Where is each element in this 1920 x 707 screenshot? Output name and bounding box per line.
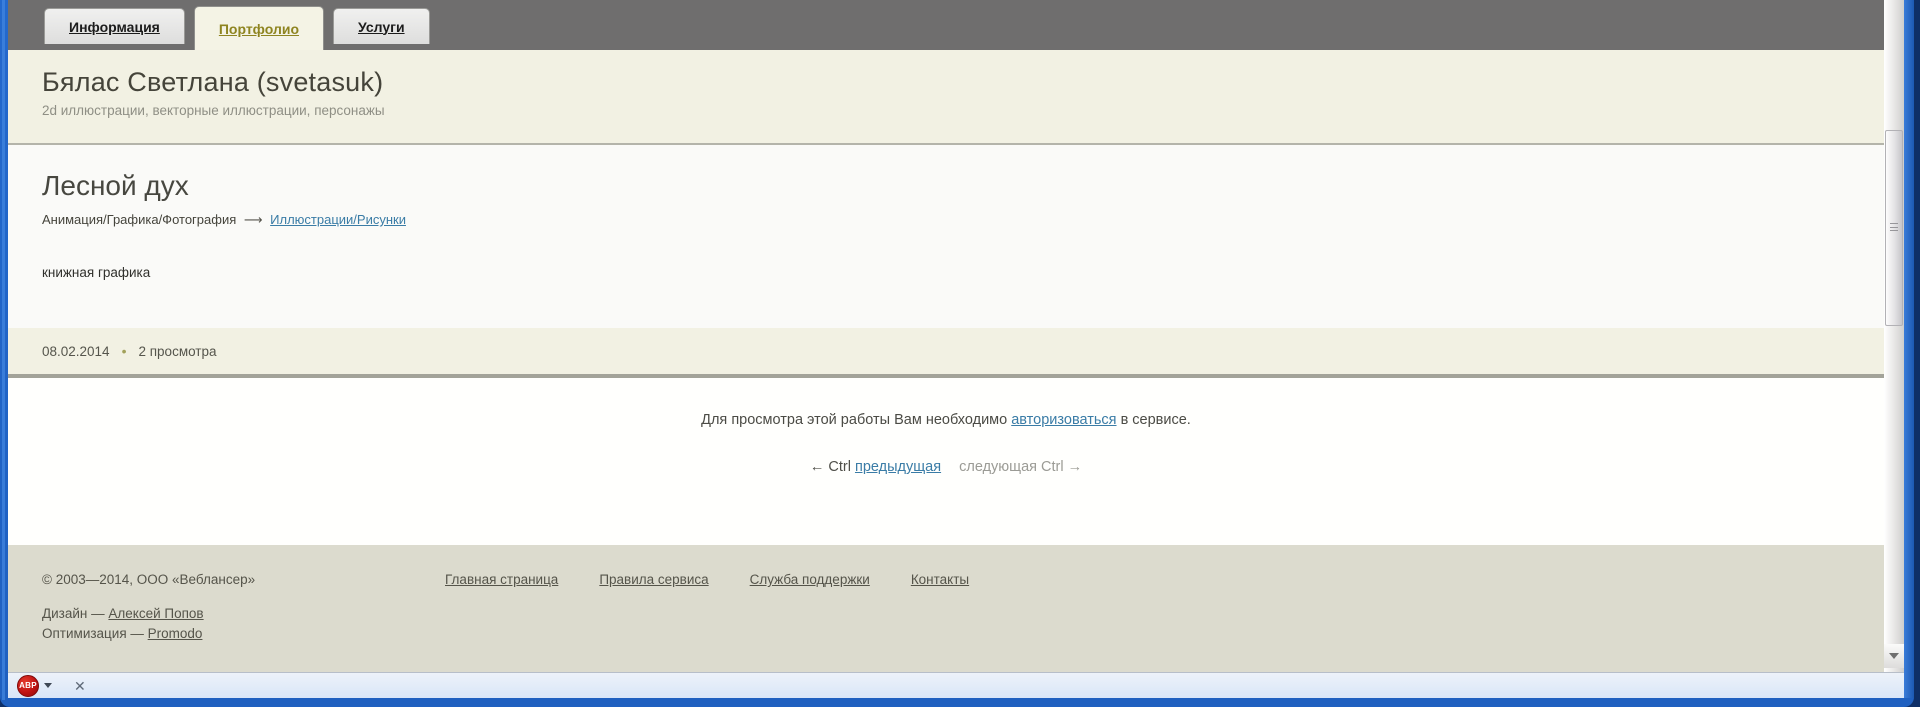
vertical-scrollbar[interactable] <box>1884 0 1904 672</box>
work-views-count: 2 просмотра <box>138 343 217 359</box>
design-credit: Дизайн — Алексей Попов <box>42 606 1884 621</box>
work-section: Лесной дух Анимация/Графика/Фотография ⟶… <box>8 145 1884 328</box>
site-footer: © 2003—2014, ООО «Веблансер» Главная стр… <box>8 545 1884 672</box>
profile-header: Бялас Светлана (svetasuk) 2d иллюстрации… <box>8 50 1884 145</box>
profile-specialties: 2d иллюстрации, векторные иллюстрации, п… <box>42 103 385 118</box>
footer-link-rules[interactable]: Правила сервиса <box>599 572 708 587</box>
profile-name: Бялас Светлана (svetasuk) <box>42 67 384 97</box>
footer-row: © 2003—2014, ООО «Веблансер» Главная стр… <box>42 572 1884 587</box>
page: Информация Портфолио Услуги Бялас Светла… <box>8 0 1884 672</box>
optimization-credit-prefix: Оптимизация — <box>42 626 144 641</box>
design-author-link[interactable]: Алексей Попов <box>108 606 203 621</box>
footer-link-contacts[interactable]: Контакты <box>911 572 969 587</box>
addon-bar-close-icon[interactable]: ✕ <box>74 679 86 693</box>
optimization-company-link[interactable]: Promodo <box>148 626 203 641</box>
chevron-down-icon <box>1889 653 1899 659</box>
footer-link-home[interactable]: Главная страница <box>445 572 558 587</box>
profile-tabbar: Информация Портфолио Услуги <box>8 0 1884 50</box>
breadcrumb-subcategory-link[interactable]: Иллюстрации/Рисунки <box>270 212 406 227</box>
window-frame-right <box>1904 0 1914 698</box>
copyright: © 2003—2014, ООО «Веблансер» <box>42 572 256 587</box>
footer-links: Главная страница Правила сервиса Служба … <box>445 572 1010 587</box>
adblock-plus-icon[interactable]: ABP <box>17 674 39 697</box>
scrollbar-down-button[interactable] <box>1884 644 1904 668</box>
auth-text-before: Для просмотра этой работы Вам необходимо <box>701 412 1008 428</box>
tab-portfolio[interactable]: Портфолио <box>193 6 325 50</box>
auth-section: Для просмотра этой работы Вам необходимо… <box>8 378 1884 545</box>
scrollbar-grip-icon <box>1890 223 1898 231</box>
footer-link-support[interactable]: Служба поддержки <box>750 572 870 587</box>
meta-bullet-icon: • <box>121 343 127 359</box>
work-pager: ← Ctrl предыдущая следующая Ctrl → <box>8 459 1884 475</box>
breadcrumb-arrow-icon: ⟶ <box>243 212 263 227</box>
pager-prev-hint: ← Ctrl <box>809 459 851 475</box>
window-frame-highlight <box>2 0 5 700</box>
auth-message: Для просмотра этой работы Вам необходимо… <box>8 412 1884 428</box>
tab-information[interactable]: Информация <box>44 8 185 44</box>
work-meta-bar: 08.02.2014 • 2 просмотра <box>8 328 1884 374</box>
design-credit-prefix: Дизайн — <box>42 606 105 621</box>
work-description: книжная графика <box>42 265 151 280</box>
work-date: 08.02.2014 <box>42 343 110 359</box>
pager-next-disabled: следующая Ctrl → <box>959 459 1083 475</box>
scrollbar-thumb[interactable] <box>1885 130 1903 326</box>
authorize-link[interactable]: авторизоваться <box>1011 412 1116 428</box>
abp-dropdown-caret-icon[interactable] <box>44 683 52 688</box>
optimization-credit: Оптимизация — Promodo <box>42 626 1884 641</box>
browser-addon-bar: ABP ✕ <box>8 672 1904 698</box>
breadcrumb: Анимация/Графика/Фотография ⟶ Иллюстраци… <box>42 212 1884 228</box>
auth-text-after: в сервисе. <box>1120 412 1191 428</box>
tab-services[interactable]: Услуги <box>333 8 430 44</box>
breadcrumb-category: Анимация/Графика/Фотография <box>42 212 237 227</box>
pager-prev-link[interactable]: предыдущая <box>855 459 941 475</box>
work-title: Лесной дух <box>42 170 189 201</box>
